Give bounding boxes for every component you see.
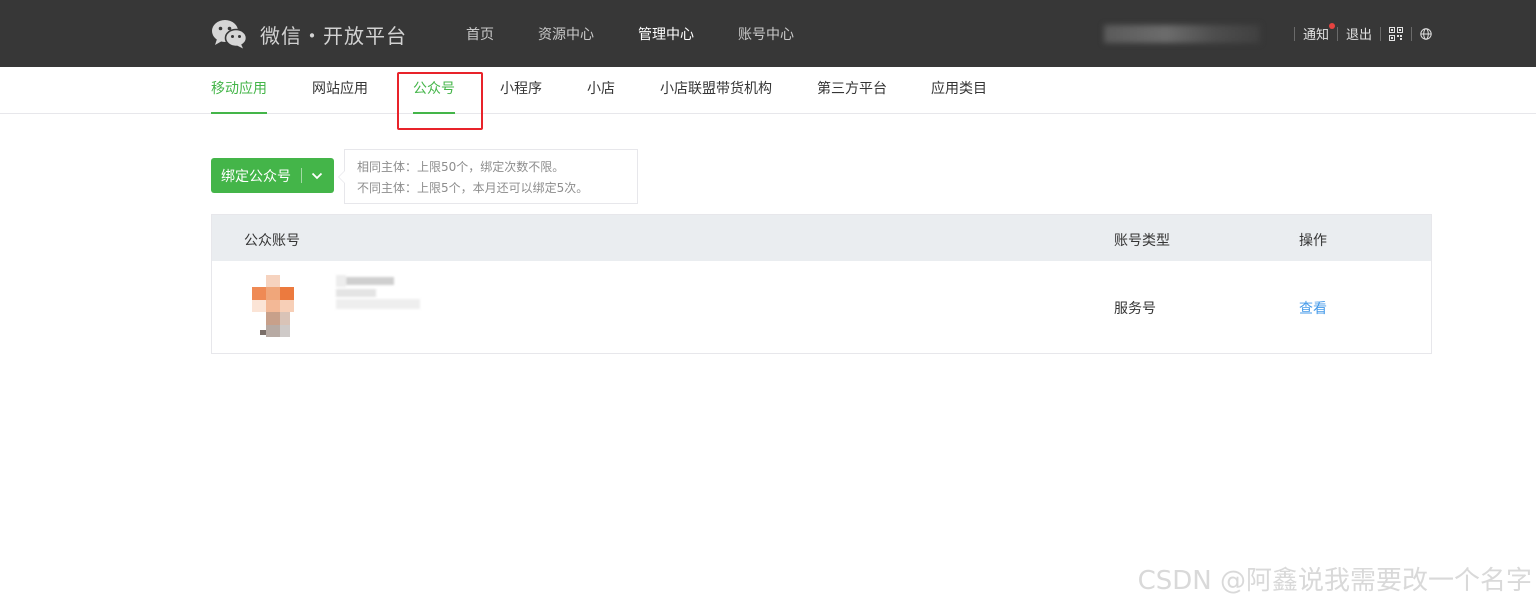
tip-line-same-subject: 相同主体：上限50个，绑定次数不限。	[357, 160, 565, 174]
divider	[1380, 26, 1381, 41]
account-name-blurred	[336, 275, 420, 315]
globe-icon	[1420, 27, 1432, 40]
header-action: 操作	[1299, 233, 1327, 249]
header-type: 账号类型	[1114, 233, 1170, 249]
bind-dropdown-toggle[interactable]	[311, 172, 323, 180]
account-type-value: 服务号	[1114, 301, 1156, 317]
subnav-app-category[interactable]: 应用类目	[931, 67, 987, 114]
nav-home[interactable]: 首页	[466, 24, 494, 44]
user-info-blurred[interactable]	[1104, 25, 1260, 43]
account-avatar-pixelated	[252, 275, 312, 337]
subnav-mobile-app[interactable]: 移动应用	[211, 67, 267, 114]
language-button[interactable]	[1420, 27, 1432, 40]
chevron-down-icon	[311, 172, 323, 179]
notify-dot	[1328, 23, 1335, 29]
table-header: 公众账号 账号类型 操作	[212, 215, 1431, 261]
sub-nav: 移动应用 网站应用 公众号 小程序 小店 小店联盟带货机构 第三方平台 应用类目	[0, 67, 1536, 114]
bind-limit-tooltip: 相同主体：上限50个，绑定次数不限。 不同主体：上限5个，本月还可以绑定5次。	[338, 149, 638, 204]
divider	[1293, 26, 1295, 41]
bind-button-label: 绑定公众号	[221, 168, 291, 185]
qrcode-icon	[1389, 26, 1403, 41]
subnav-website-app[interactable]: 网站应用	[312, 67, 368, 114]
bind-official-account-button[interactable]: 绑定公众号	[211, 158, 334, 193]
nav-resource-center[interactable]: 资源中心	[538, 24, 594, 44]
view-account-link[interactable]: 查看	[1299, 298, 1327, 318]
tip-line-different-subject: 不同主体：上限5个，本月还可以绑定5次。	[357, 181, 589, 195]
logo-text: 微信・开放平台	[260, 23, 407, 48]
subnav-third-party[interactable]: 第三方平台	[817, 67, 887, 114]
qrcode-button[interactable]	[1389, 26, 1403, 41]
divider	[1336, 26, 1338, 41]
account-table: 公众账号 账号类型 操作 服务号 查看	[211, 214, 1432, 354]
header-tools: 通知 退出	[1286, 0, 1432, 67]
watermark: CSDN @阿鑫说我需要改一个名字	[1137, 566, 1532, 596]
divider	[1411, 26, 1412, 41]
nav-account-center[interactable]: 账号中心	[738, 24, 794, 44]
top-bar: 微信・开放平台 首页 资源中心 管理中心 账号中心 通知 退出	[0, 0, 1536, 67]
main-nav: 首页 资源中心 管理中心 账号中心	[466, 0, 838, 67]
subnav-shop[interactable]: 小店	[587, 67, 615, 114]
subnav-shop-alliance[interactable]: 小店联盟带货机构	[660, 67, 772, 114]
logout-link[interactable]: 退出	[1346, 24, 1372, 43]
header-account: 公众账号	[244, 233, 300, 249]
button-divider	[301, 168, 302, 183]
table-row: 服务号 查看	[212, 261, 1431, 353]
subnav-mini-program[interactable]: 小程序	[500, 67, 542, 114]
notify-label: 通知	[1302, 28, 1329, 43]
nav-management-center[interactable]: 管理中心	[638, 24, 694, 44]
highlight-annotation-box	[397, 72, 483, 130]
logo[interactable]: 微信・开放平台	[211, 18, 407, 50]
wechat-logo-icon	[212, 20, 247, 49]
notify-link[interactable]: 通知	[1302, 23, 1335, 43]
